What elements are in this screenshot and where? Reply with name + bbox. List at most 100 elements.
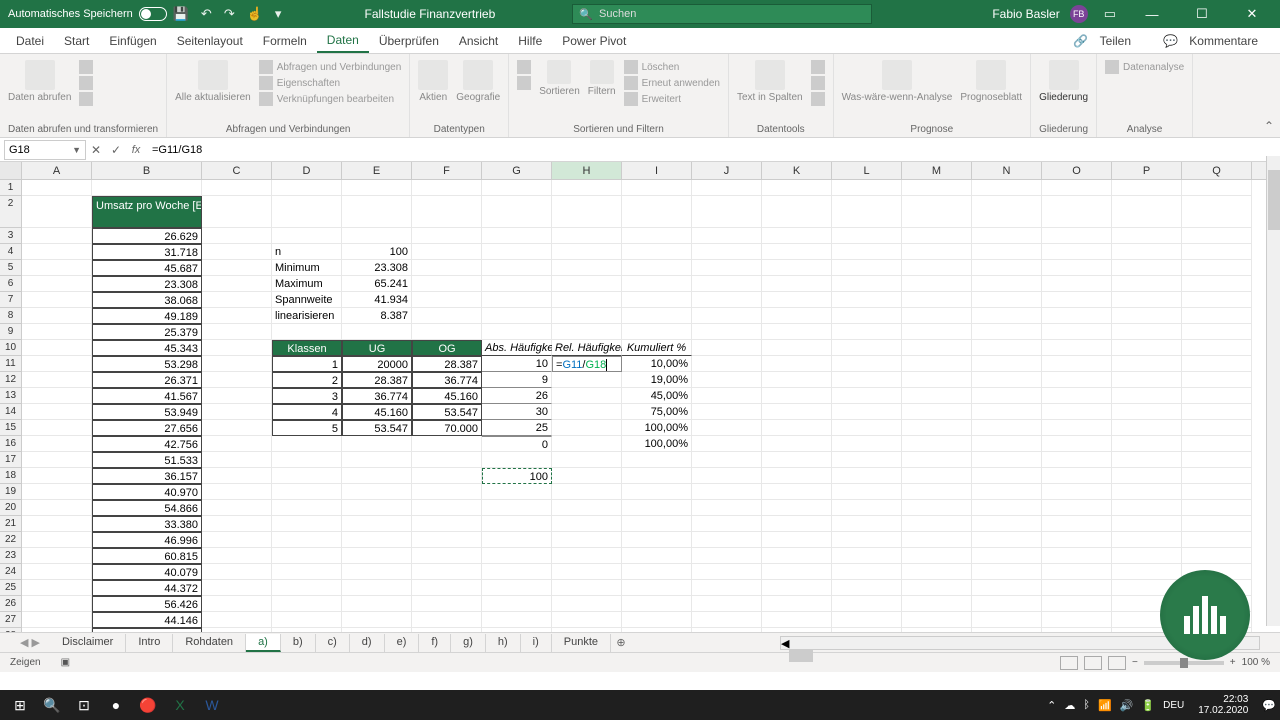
cell[interactable] — [342, 548, 412, 564]
cell[interactable] — [692, 340, 762, 356]
cell[interactable] — [202, 356, 272, 372]
cell[interactable]: 19,00% — [622, 372, 692, 388]
cell[interactable] — [552, 500, 622, 516]
cell[interactable] — [1042, 340, 1112, 356]
cell[interactable] — [272, 228, 342, 244]
sheet-tab[interactable]: g) — [451, 634, 486, 652]
cell[interactable] — [22, 564, 92, 580]
cell[interactable] — [1042, 548, 1112, 564]
cell[interactable] — [622, 260, 692, 276]
cell[interactable] — [1042, 420, 1112, 436]
cell[interactable] — [1112, 468, 1182, 484]
cell[interactable] — [202, 228, 272, 244]
row-header[interactable]: 5 — [0, 260, 22, 276]
tab-ueberpruefen[interactable]: Überprüfen — [369, 30, 449, 52]
cell[interactable] — [202, 372, 272, 388]
cell[interactable] — [762, 436, 832, 452]
cell[interactable]: 25.379 — [92, 324, 202, 340]
cell[interactable] — [202, 532, 272, 548]
cell[interactable] — [482, 276, 552, 292]
col-header[interactable]: E — [342, 162, 412, 179]
comments-button[interactable]: 💬 Kommentare — [1155, 30, 1274, 52]
tab-powerpivot[interactable]: Power Pivot — [552, 30, 636, 52]
zoom-level[interactable]: 100 % — [1242, 657, 1270, 668]
cell[interactable] — [342, 228, 412, 244]
cell[interactable] — [1042, 516, 1112, 532]
cell[interactable] — [272, 580, 342, 596]
cell[interactable]: 60.815 — [92, 548, 202, 564]
cell[interactable]: Abs. Häufigkeit — [482, 340, 552, 356]
cell[interactable] — [692, 436, 762, 452]
cell[interactable] — [1112, 308, 1182, 324]
cell[interactable] — [1112, 404, 1182, 420]
tab-einfuegen[interactable]: Einfügen — [99, 30, 166, 52]
battery-icon[interactable]: 🔋 — [1141, 699, 1155, 712]
cell[interactable] — [1182, 548, 1252, 564]
cell[interactable]: 44.372 — [92, 580, 202, 596]
cell[interactable] — [692, 372, 762, 388]
cell[interactable] — [762, 484, 832, 500]
cell[interactable] — [202, 404, 272, 420]
cell[interactable] — [692, 356, 762, 372]
cell[interactable] — [762, 612, 832, 628]
cell[interactable] — [202, 548, 272, 564]
cell[interactable] — [972, 356, 1042, 372]
cell[interactable] — [1112, 372, 1182, 388]
cell[interactable] — [202, 436, 272, 452]
cell[interactable] — [692, 388, 762, 404]
cell[interactable]: n — [272, 244, 342, 260]
cell[interactable] — [482, 564, 552, 580]
app-icon[interactable]: ● — [100, 691, 132, 719]
cell[interactable] — [902, 468, 972, 484]
search-input[interactable]: 🔍 Suchen — [572, 4, 872, 24]
cell[interactable] — [342, 580, 412, 596]
cell[interactable] — [972, 452, 1042, 468]
cell[interactable] — [1112, 532, 1182, 548]
cell[interactable] — [622, 564, 692, 580]
cell[interactable] — [1112, 276, 1182, 292]
cell[interactable] — [412, 308, 482, 324]
cell[interactable] — [482, 228, 552, 244]
cell[interactable] — [202, 308, 272, 324]
cell[interactable] — [622, 308, 692, 324]
row-header[interactable]: 6 — [0, 276, 22, 292]
maximize-button[interactable]: ☐ — [1182, 6, 1222, 22]
cell[interactable]: 45.160 — [342, 404, 412, 420]
sheet-tab[interactable]: Disclaimer — [50, 634, 126, 652]
col-header[interactable]: K — [762, 162, 832, 179]
cell[interactable] — [622, 548, 692, 564]
row-header[interactable]: 28 — [0, 628, 22, 632]
cell[interactable]: 28.387 — [342, 372, 412, 388]
cell[interactable]: 53.298 — [92, 356, 202, 372]
cell[interactable] — [972, 484, 1042, 500]
data-analysis-button[interactable]: Datenanalyse — [1105, 60, 1184, 74]
cell[interactable]: Rel. Häufigkeit — [552, 340, 622, 356]
sheet-tab[interactable]: a) — [246, 634, 281, 652]
cell[interactable] — [202, 612, 272, 628]
cell[interactable]: 65.241 — [342, 276, 412, 292]
cell[interactable]: 49.189 — [92, 308, 202, 324]
col-header[interactable]: Q — [1182, 162, 1252, 179]
cell[interactable] — [832, 324, 902, 340]
cell[interactable] — [412, 228, 482, 244]
cell[interactable]: 26.371 — [92, 372, 202, 388]
cell[interactable] — [202, 628, 272, 632]
cell[interactable] — [762, 228, 832, 244]
cell[interactable] — [22, 628, 92, 632]
cell[interactable] — [1112, 180, 1182, 196]
cell[interactable] — [552, 180, 622, 196]
cell[interactable] — [692, 324, 762, 340]
cell[interactable] — [202, 340, 272, 356]
notifications-icon[interactable]: 💬 — [1262, 699, 1276, 712]
cell[interactable] — [762, 372, 832, 388]
cell[interactable]: 53.547 — [342, 420, 412, 436]
cell[interactable] — [762, 324, 832, 340]
cell[interactable] — [482, 532, 552, 548]
cell[interactable] — [622, 228, 692, 244]
cell[interactable] — [552, 548, 622, 564]
cell[interactable] — [832, 292, 902, 308]
cell[interactable] — [342, 324, 412, 340]
page-layout-view-icon[interactable] — [1084, 656, 1102, 670]
cell[interactable] — [22, 516, 92, 532]
cell[interactable] — [902, 452, 972, 468]
